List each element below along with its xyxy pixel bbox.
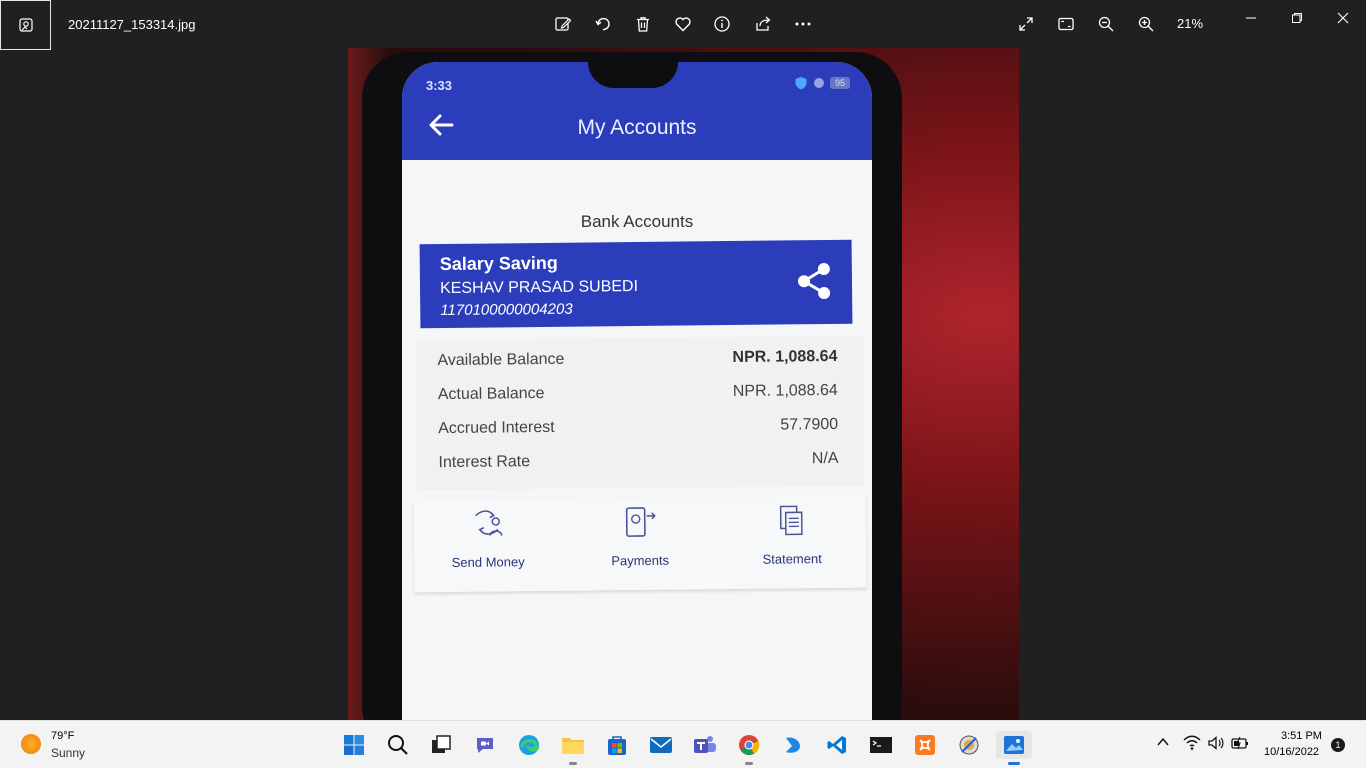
phone-notch [588,62,678,88]
weather-condition[interactable]: Sunny [51,746,85,760]
balance-row: Accrued Interest 57.7900 [438,416,838,438]
zoom-level[interactable]: 21% [1177,16,1203,31]
phone: 3:33 95 My Accounts Bank Accounts Salary… [362,52,902,720]
azure-data-studio-icon[interactable] [779,731,807,759]
close-icon[interactable] [1331,6,1355,30]
running-indicator [745,762,753,765]
balance-panel: Available Balance NPR. 1,088.64 Actual B… [415,335,865,491]
status-time: 3:33 [426,78,453,93]
clock-date[interactable]: 10/16/2022 [1264,746,1319,758]
chrome-browser-icon[interactable] [735,731,763,765]
balance-value: 57.7900 [780,415,839,434]
weather-temperature[interactable]: 79°F [51,730,74,742]
alarm-icon [813,78,824,88]
delete-icon[interactable] [631,12,655,36]
balance-label: Available Balance [437,350,565,370]
terminal-icon[interactable] [867,731,895,759]
account-share-icon[interactable] [796,262,832,305]
edge-browser-icon[interactable] [515,731,543,759]
balance-label: Interest Rate [438,453,531,472]
search-icon[interactable] [384,731,412,759]
statement-button[interactable]: Statement [732,504,853,567]
restore-icon[interactable] [1285,6,1309,30]
zoom-in-icon[interactable] [1134,12,1158,36]
weather-sun-icon[interactable] [21,734,41,754]
actions-panel: Send Money Payments Statement [413,495,867,593]
xampp-icon[interactable] [911,731,939,759]
balance-row: Actual Balance NPR. 1,088.64 [438,382,838,404]
running-indicator [1008,762,1020,765]
account-card[interactable]: Salary Saving KESHAV PRASAD SUBEDI 11701… [419,239,853,329]
minimize-icon[interactable] [1239,6,1263,30]
share-icon[interactable] [751,12,775,36]
rotate-icon[interactable] [591,12,615,36]
photos-app-icon[interactable] [0,0,51,50]
battery-indicator: 95 [829,77,850,89]
balance-value: N/A [811,449,839,468]
full-screen-icon[interactable] [1014,12,1038,36]
teams-icon[interactable] [691,731,719,759]
task-view-icon[interactable] [427,731,455,759]
balance-value: NPR. 1,088.64 [732,381,838,401]
action-label: Send Money [451,554,525,570]
app-header: 3:33 95 My Accounts [402,62,872,160]
action-label: Statement [762,551,822,567]
mail-icon[interactable] [647,731,675,759]
battery-icon[interactable] [1231,735,1249,751]
start-windows-icon[interactable] [340,731,368,759]
file-explorer-icon[interactable] [559,731,587,765]
status-icons: 95 [794,76,850,90]
action-label: Payments [611,552,670,569]
photos-app-taskbar-icon[interactable] [996,731,1032,765]
wifi-icon[interactable] [1183,735,1201,751]
payments-icon [625,507,656,537]
zoom-out-icon[interactable] [1094,12,1118,36]
chat-icon[interactable] [471,731,499,759]
show-hidden-icons[interactable] [1156,735,1170,749]
clock-time[interactable]: 3:51 PM [1281,730,1322,742]
edit-image-icon[interactable] [551,12,575,36]
running-indicator [569,762,577,765]
more-options-icon[interactable] [791,12,815,36]
account-number: 1170100000004203 [440,300,573,320]
account-holder: KESHAV PRASAD SUBEDI [439,277,639,298]
app-title: My Accounts [577,116,697,139]
send-money-button[interactable]: Send Money [428,507,549,570]
photo-viewer[interactable]: 3:33 95 My Accounts Bank Accounts Salary… [348,48,1019,720]
taskbar: 79°F Sunny 3:51 PM 10/16/2022 1 [0,720,1366,768]
app-icon[interactable] [955,731,983,759]
payments-button[interactable]: Payments [580,505,701,568]
balance-row: Available Balance NPR. 1,088.64 [437,348,837,370]
title-bar: 20211127_153314.jpg 21% [0,0,1366,50]
fit-to-window-icon[interactable] [1054,12,1078,36]
notification-badge[interactable]: 1 [1331,738,1345,752]
balance-label: Actual Balance [437,384,545,404]
microsoft-store-icon[interactable] [603,731,631,759]
shield-icon [795,77,807,90]
favorite-heart-icon[interactable] [671,12,695,36]
statement-icon [779,505,803,536]
balance-label: Accrued Interest [438,418,555,438]
vscode-icon[interactable] [823,731,851,759]
info-icon[interactable] [710,12,734,36]
phone-screen: 3:33 95 My Accounts Bank Accounts Salary… [402,62,872,720]
balance-row: Interest Rate N/A [438,450,838,472]
section-title: Bank Accounts [580,212,694,231]
send-money-icon [475,510,503,536]
account-name: Salary Saving [439,252,558,275]
volume-icon[interactable] [1207,735,1225,751]
chevron-up-icon [1157,737,1169,746]
balance-value: NPR. 1,088.64 [732,347,838,367]
file-name: 20211127_153314.jpg [68,17,196,32]
